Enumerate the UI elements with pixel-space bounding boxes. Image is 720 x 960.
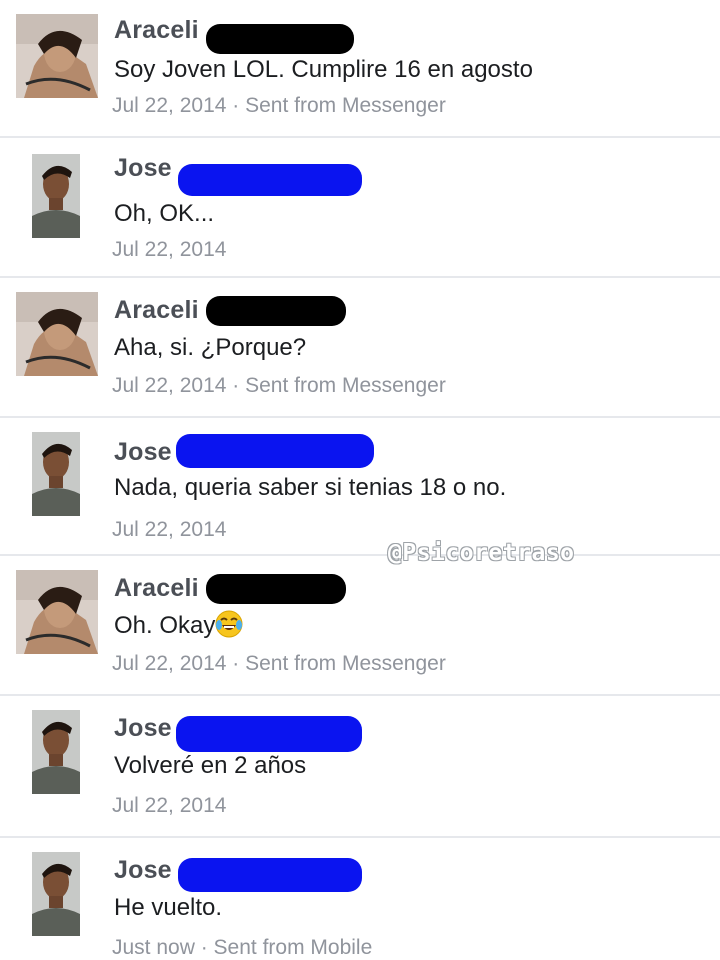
message-text: Soy Joven LOL. Cumplire 16 en agosto: [114, 56, 533, 83]
message-text-content: Oh. Okay: [114, 612, 216, 639]
redaction-mark: [178, 858, 362, 892]
message-text: He vuelto.: [114, 894, 223, 921]
avatar-araceli[interactable]: [16, 570, 98, 654]
redaction-mark: [176, 434, 374, 468]
message-item: Jose Nada, queria saber si tenias 18 o n…: [0, 418, 720, 556]
avatar-araceli[interactable]: [16, 14, 98, 98]
message-text: Aha, si. ¿Porque?: [114, 334, 307, 361]
message-item: Jose He vuelto. Just now · Sent from Mob…: [0, 838, 720, 959]
message-meta: Jul 22, 2014 · Sent from Messenger: [112, 94, 446, 117]
avatar-jose[interactable]: [32, 154, 80, 238]
sender-name[interactable]: Jose: [114, 438, 172, 467]
message-meta: Jul 22, 2014 · Sent from Messenger: [112, 374, 446, 397]
sender-name[interactable]: Jose: [114, 714, 172, 743]
message-meta: Jul 22, 2014: [112, 518, 227, 541]
sender-name[interactable]: Araceli: [114, 296, 199, 325]
message-item: Araceli Soy Joven LOL. Cumplire 16 en ag…: [0, 0, 720, 138]
avatar-jose[interactable]: [32, 852, 80, 936]
message-text: Nada, queria saber si tenias 18 o no.: [114, 474, 507, 501]
avatar-jose[interactable]: [32, 710, 80, 794]
message-item: Araceli Aha, si. ¿Porque? Jul 22, 2014 ·…: [0, 278, 720, 418]
message-meta: Jul 22, 2014: [112, 238, 227, 261]
message-meta: Just now · Sent from Mobile: [112, 936, 373, 959]
redaction-mark: [206, 574, 346, 604]
watermark: @Psicoretraso: [388, 540, 575, 566]
message-text: Volveré en 2 años: [114, 752, 307, 779]
redaction-mark: [206, 24, 354, 54]
sender-name[interactable]: Jose: [114, 154, 172, 183]
avatar-jose[interactable]: [32, 432, 80, 516]
message-meta: Jul 22, 2014 · Sent from Messenger: [112, 652, 446, 675]
message-item: Araceli Oh. Okay Jul 22, 2014 · Sent fro…: [0, 556, 720, 696]
message-meta: Jul 22, 2014: [112, 794, 227, 817]
message-text: Oh. Okay: [114, 610, 243, 640]
redaction-mark: [206, 296, 346, 326]
laughing-tears-emoji: [215, 610, 243, 638]
sender-name[interactable]: Araceli: [114, 574, 199, 603]
sender-name[interactable]: Araceli: [114, 16, 199, 45]
sender-name[interactable]: Jose: [114, 856, 172, 885]
message-text: Oh, OK...: [114, 200, 215, 227]
avatar-araceli[interactable]: [16, 292, 98, 376]
message-item: Jose Oh, OK... Jul 22, 2014: [0, 138, 720, 278]
message-item: Jose Volveré en 2 años Jul 22, 2014: [0, 696, 720, 838]
redaction-mark: [176, 716, 362, 752]
redaction-mark: [178, 164, 362, 196]
